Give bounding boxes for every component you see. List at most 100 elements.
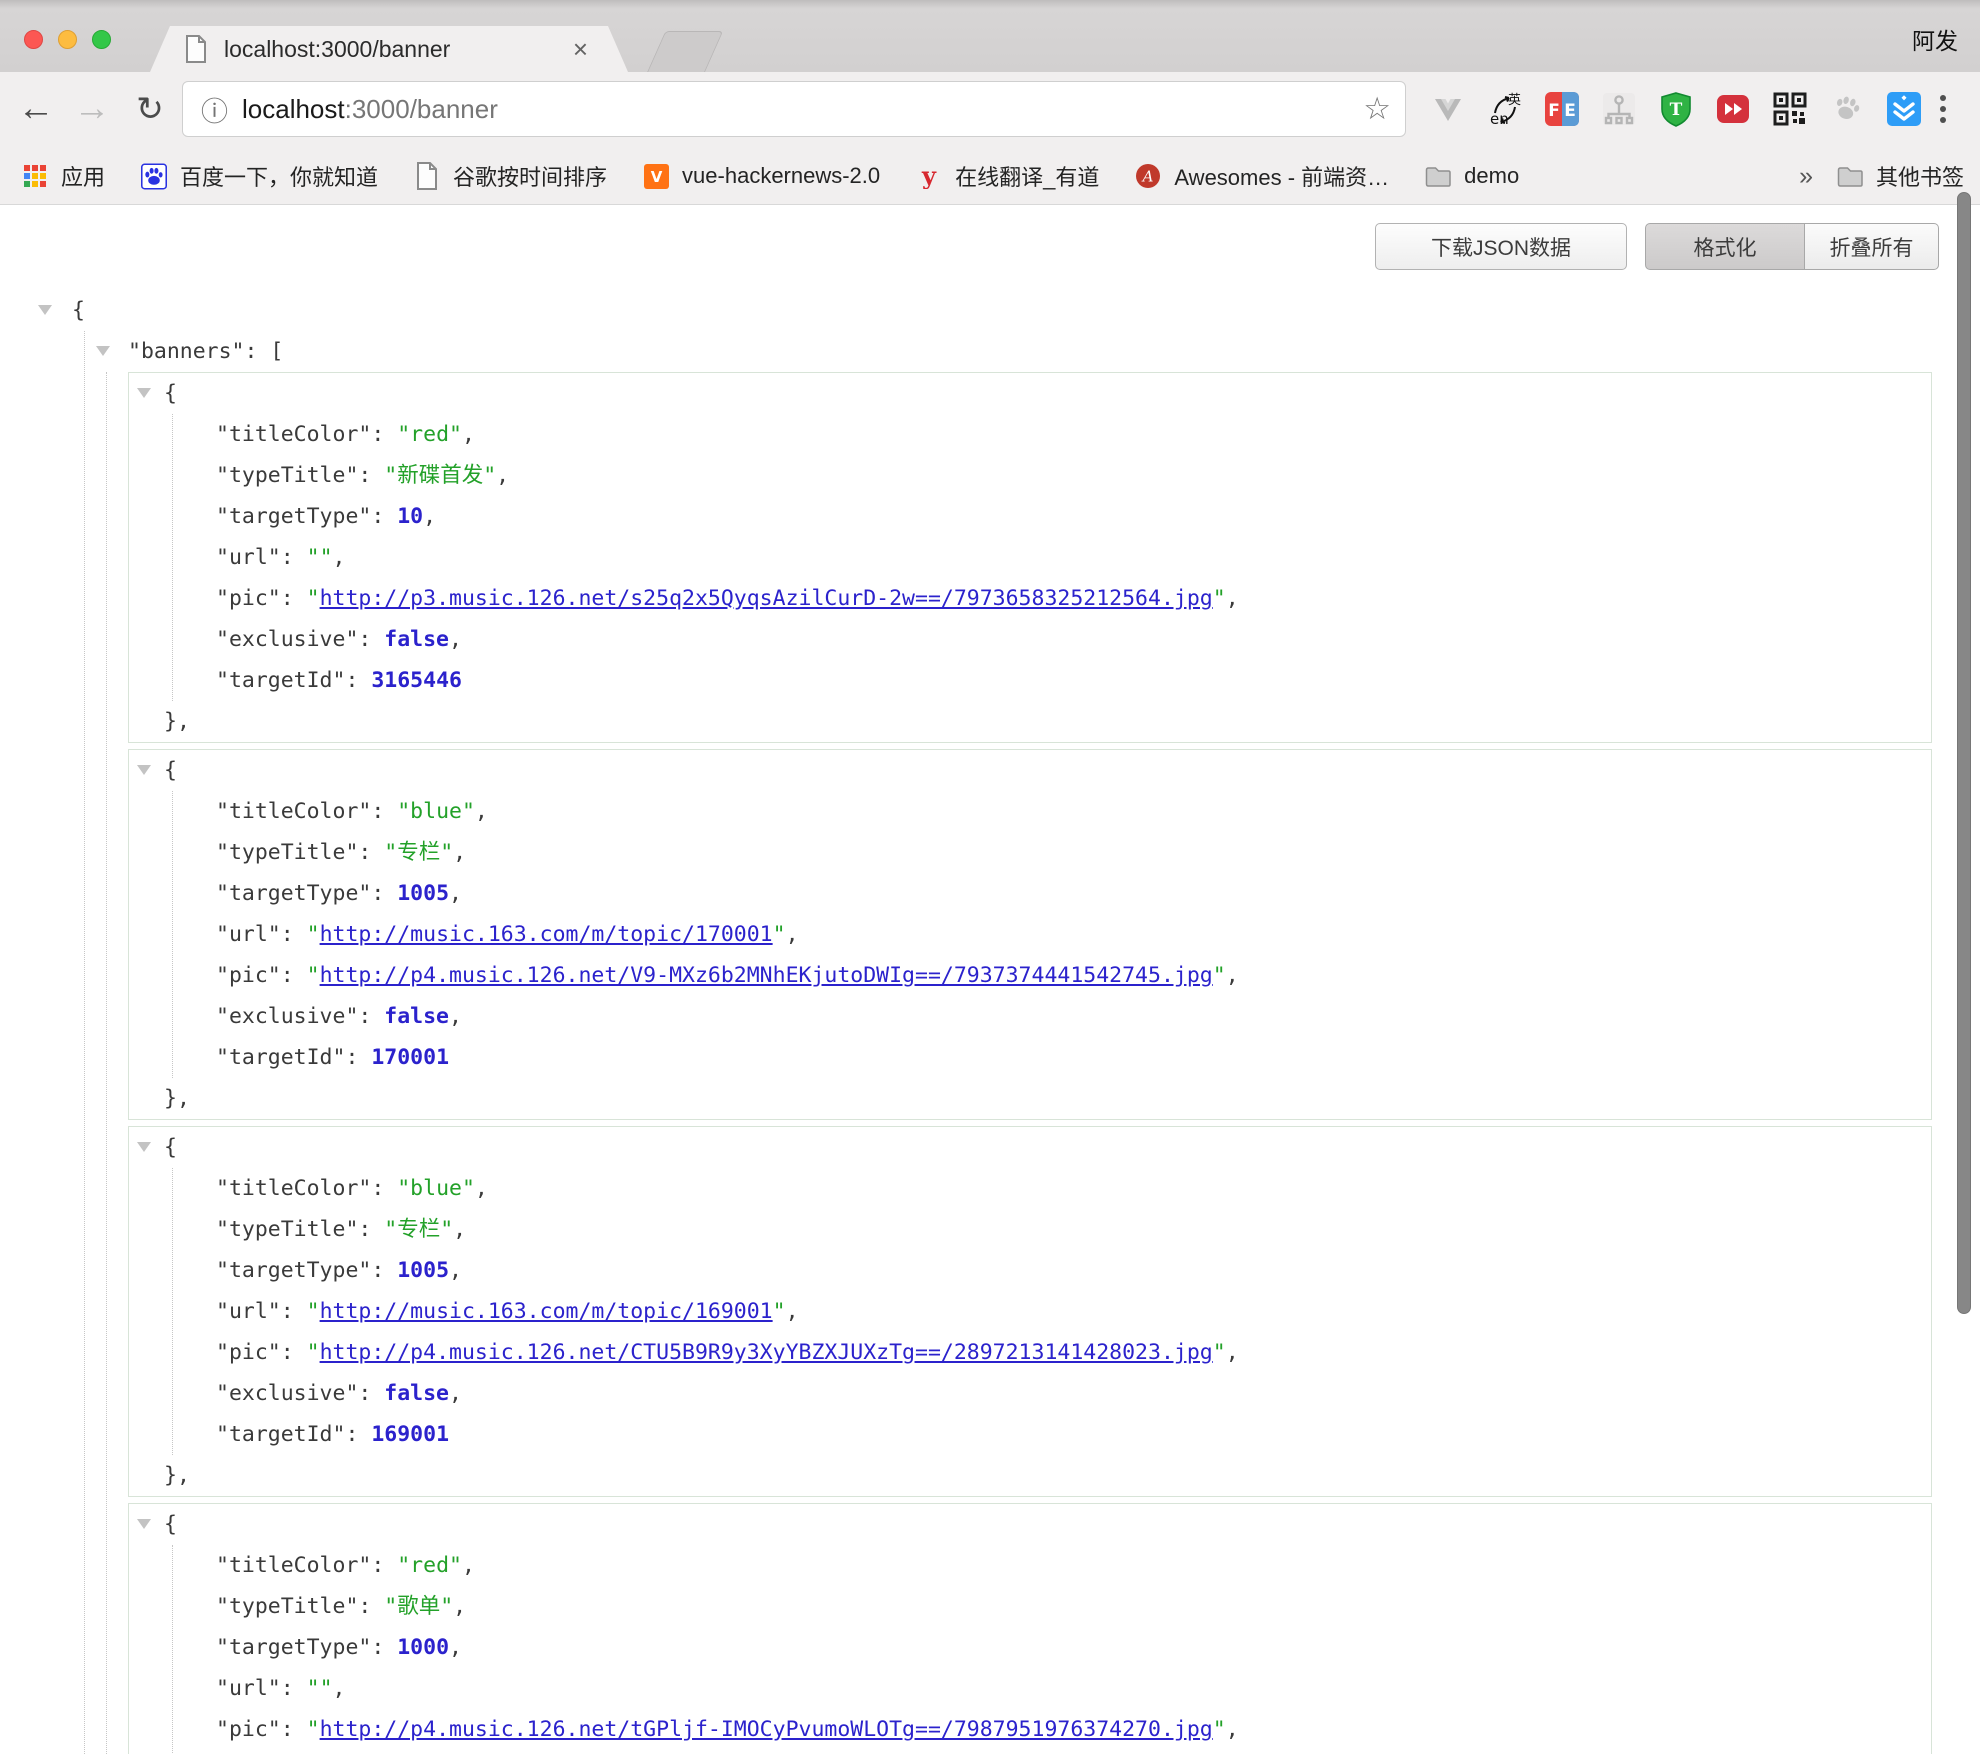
json-token: , bbox=[786, 1299, 799, 1324]
collapse-item-icon[interactable] bbox=[137, 765, 151, 775]
json-link[interactable]: http://music.163.com/m/topic/170001 bbox=[320, 922, 773, 947]
org-chart-extension-icon[interactable] bbox=[1599, 89, 1639, 129]
forward-icon[interactable]: → bbox=[70, 84, 114, 132]
json-token: : bbox=[281, 1299, 307, 1324]
youdao-translate-extension-icon[interactable]: en英 bbox=[1485, 89, 1525, 129]
json-key: "typeTitle" bbox=[216, 463, 358, 488]
apps-icon bbox=[22, 163, 48, 189]
bookmark-item-1[interactable]: 应用 bbox=[22, 160, 105, 192]
json-token: : bbox=[281, 1676, 307, 1701]
json-quote: " bbox=[1213, 963, 1226, 988]
close-window-button[interactable] bbox=[24, 30, 43, 49]
bookmark-label: Awesomes - 前端资… bbox=[1174, 160, 1389, 192]
info-icon[interactable]: ⓘ bbox=[201, 90, 228, 129]
json-token: : bbox=[281, 1340, 307, 1365]
json-field-exclusive: "exclusive": false, bbox=[129, 619, 1931, 660]
format-button[interactable]: 格式化 bbox=[1645, 223, 1805, 270]
collect-extension-icon[interactable] bbox=[1884, 89, 1924, 129]
json-link[interactable]: http://music.163.com/m/topic/169001 bbox=[320, 1299, 773, 1324]
collapse-item-icon[interactable] bbox=[137, 1142, 151, 1152]
json-quote: " bbox=[307, 922, 320, 947]
json-field-exclusive: "exclusive": false, bbox=[129, 996, 1931, 1037]
tab-close-icon[interactable]: × bbox=[573, 34, 588, 65]
paw-extension-icon[interactable] bbox=[1827, 89, 1867, 129]
youdao-icon: y bbox=[916, 163, 942, 189]
json-string-value: "" bbox=[307, 545, 333, 570]
json-token: : bbox=[281, 586, 307, 611]
json-string-value: "歌单" bbox=[384, 1594, 453, 1619]
json-quote: " bbox=[307, 1340, 320, 1365]
other-bookmarks-label: 其他书签 bbox=[1876, 160, 1964, 192]
json-token: , bbox=[1226, 963, 1239, 988]
json-quote: " bbox=[1213, 586, 1226, 611]
json-quote: " bbox=[773, 1299, 786, 1324]
address-bar[interactable]: ⓘ localhost:3000/banner ☆ bbox=[182, 81, 1406, 137]
json-field-titleColor: "titleColor": "red", bbox=[129, 1545, 1931, 1586]
profile-name[interactable]: 阿发 bbox=[1912, 22, 1958, 56]
minimize-window-button[interactable] bbox=[58, 30, 77, 49]
back-icon[interactable]: ← bbox=[14, 84, 58, 132]
browser-tab[interactable]: localhost:3000/banner × bbox=[150, 26, 628, 72]
json-token: , bbox=[1226, 1340, 1239, 1365]
tab-title: localhost:3000/banner bbox=[224, 36, 573, 63]
json-link[interactable]: http://p4.music.126.net/CTU5B9R9y3XyYBZX… bbox=[320, 1340, 1213, 1365]
collapse-root-icon[interactable] bbox=[38, 305, 52, 315]
json-link[interactable]: http://p4.music.126.net/V9-MXz6b2MNhEKju… bbox=[320, 963, 1213, 988]
chrome-menu-icon[interactable] bbox=[1924, 90, 1962, 128]
json-link[interactable]: http://p4.music.126.net/tGPljf-IMOCyPvum… bbox=[320, 1717, 1213, 1742]
window-controls bbox=[24, 30, 111, 49]
json-literal-value: false bbox=[384, 1004, 449, 1029]
bookmark-item-6[interactable]: AAwesomes - 前端资… bbox=[1135, 160, 1389, 192]
json-token: : bbox=[371, 881, 397, 906]
collapse-item-icon[interactable] bbox=[137, 388, 151, 398]
json-token: , bbox=[423, 504, 436, 529]
download-json-button[interactable]: 下载JSON数据 bbox=[1375, 223, 1627, 270]
zoom-window-button[interactable] bbox=[92, 30, 111, 49]
json-key: "targetId" bbox=[216, 1422, 345, 1447]
json-token: , bbox=[449, 1381, 462, 1406]
json-key: "url" bbox=[216, 1299, 281, 1324]
vertical-scrollbar-thumb[interactable] bbox=[1957, 192, 1971, 1314]
qr-code-extension-icon[interactable] bbox=[1770, 89, 1810, 129]
json-object-close: }, bbox=[129, 701, 1931, 742]
fehelper-extension-icon[interactable]: FE bbox=[1542, 89, 1582, 129]
new-tab-button[interactable] bbox=[647, 31, 724, 73]
json-key: "titleColor" bbox=[216, 1553, 371, 1578]
json-quote: " bbox=[307, 1299, 320, 1324]
bookmark-item-2[interactable]: 百度一下，你就知道 bbox=[141, 160, 378, 192]
url-host: localhost bbox=[242, 94, 345, 124]
bookmark-item-3[interactable]: 谷歌按时间排序 bbox=[414, 160, 607, 192]
tree-guide bbox=[106, 372, 107, 1754]
collapse-banners-icon[interactable] bbox=[96, 346, 110, 356]
browser-window: localhost:3000/banner × 阿发 ← → ↻ ⓘ local… bbox=[0, 0, 1980, 1754]
json-string-value: "red" bbox=[397, 422, 462, 447]
bookmarks-bar: 应用 百度一下，你就知道 谷歌按时间排序 Vvue-hackernews-2.0 y在线… bbox=[0, 148, 1980, 205]
json-token: : bbox=[371, 504, 397, 529]
bookmark-item-7[interactable]: demo bbox=[1425, 163, 1519, 189]
json-token: : bbox=[358, 1381, 384, 1406]
svg-text:E: E bbox=[1564, 101, 1576, 121]
json-field-url: "url": "http://music.163.com/m/topic/169… bbox=[129, 1291, 1931, 1332]
bookmark-item-4[interactable]: Vvue-hackernews-2.0 bbox=[643, 163, 880, 189]
collapse-item-icon[interactable] bbox=[137, 1519, 151, 1529]
json-token: : bbox=[281, 1717, 307, 1742]
json-key: "pic" bbox=[216, 586, 281, 611]
bookmark-item-5[interactable]: y在线翻译_有道 bbox=[916, 160, 1099, 192]
json-string-value: "专栏" bbox=[384, 1217, 453, 1242]
bookmarks-overflow-icon[interactable]: » bbox=[1799, 162, 1813, 191]
collapse-all-button[interactable]: 折叠所有 bbox=[1805, 223, 1939, 270]
vue-devtools-extension-icon[interactable] bbox=[1428, 89, 1468, 129]
json-token: , bbox=[333, 1676, 346, 1701]
bookmark-star-icon[interactable]: ☆ bbox=[1363, 91, 1391, 127]
json-token: , bbox=[449, 881, 462, 906]
json-field-pic: "pic": "http://p4.music.126.net/V9-MXz6b… bbox=[129, 955, 1931, 996]
json-link[interactable]: http://p3.music.126.net/s25q2x5QyqsAzilC… bbox=[320, 586, 1213, 611]
json-token: , bbox=[462, 422, 475, 447]
reload-icon[interactable]: ↻ bbox=[128, 84, 172, 132]
tampermonkey-extension-icon[interactable]: T bbox=[1656, 89, 1696, 129]
svg-text:V: V bbox=[650, 168, 662, 186]
json-token: , bbox=[453, 840, 466, 865]
other-bookmarks-folder[interactable]: 其他书签 bbox=[1837, 160, 1964, 192]
video-downloader-extension-icon[interactable] bbox=[1713, 89, 1753, 129]
vue-icon: V bbox=[643, 163, 669, 189]
